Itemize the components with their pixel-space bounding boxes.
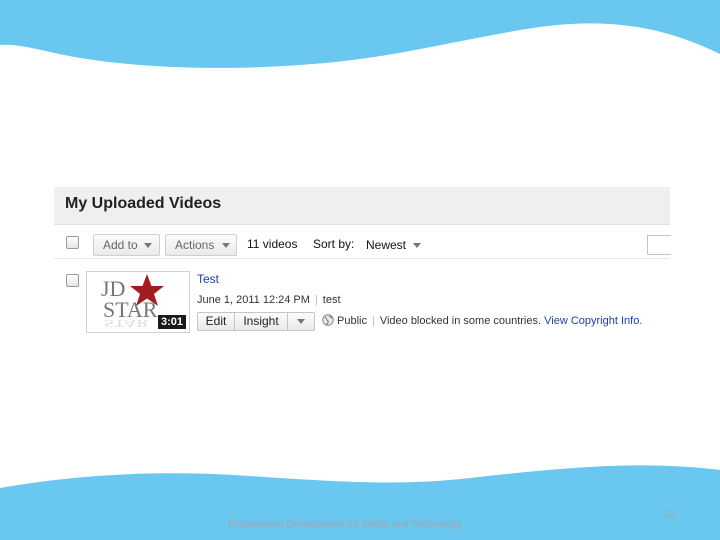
video-description: test bbox=[322, 294, 341, 306]
insight-button[interactable]: Insight bbox=[235, 313, 288, 330]
video-duration: 3:01 bbox=[157, 315, 186, 329]
sort-value: Newest bbox=[366, 238, 407, 252]
video-checkbox[interactable] bbox=[66, 274, 79, 287]
video-count: 11 videos bbox=[247, 237, 298, 251]
sort-dropdown[interactable]: Newest bbox=[362, 233, 426, 253]
privacy-label: Public bbox=[337, 315, 367, 327]
add-to-label: Add to bbox=[103, 238, 138, 252]
top-wave-decoration bbox=[0, 0, 720, 68]
panel-title: My Uploaded Videos bbox=[65, 195, 222, 212]
uploaded-videos-panel: My Uploaded Videos Add to Actions 11 vid… bbox=[54, 187, 671, 352]
video-thumbnail[interactable]: JD STAR STAR 3:01 bbox=[86, 271, 190, 333]
slide-footer: Professional Development for Media and T… bbox=[228, 519, 462, 530]
edit-button[interactable]: Edit bbox=[198, 313, 235, 330]
actions-label: Actions bbox=[175, 238, 215, 252]
video-meta: June 1, 2011 12:24 PM | test bbox=[197, 294, 341, 306]
copyright-info-link[interactable]: View Copyright Info. bbox=[544, 315, 642, 327]
chevron-down-icon bbox=[222, 243, 230, 248]
svg-text:STAR: STAR bbox=[104, 317, 149, 329]
blocked-status: Video blocked in some countries. bbox=[379, 315, 542, 327]
videos-toolbar: Add to Actions 11 videos Sort by: Newest bbox=[54, 225, 671, 259]
video-action-buttons: Edit Insight bbox=[197, 312, 315, 331]
actions-button[interactable]: Actions bbox=[165, 234, 237, 256]
more-actions-button[interactable] bbox=[288, 313, 315, 330]
slide-page-number: 13 bbox=[664, 509, 676, 520]
chevron-down-icon bbox=[297, 319, 305, 324]
globe-icon bbox=[322, 314, 334, 326]
chevron-down-icon bbox=[413, 243, 421, 248]
search-input[interactable] bbox=[647, 235, 671, 255]
video-status: Public | Video blocked in some countries. … bbox=[322, 314, 642, 327]
sort-by-label: Sort by: bbox=[313, 237, 355, 251]
video-title-link[interactable]: Test bbox=[197, 272, 219, 286]
select-all-checkbox[interactable] bbox=[66, 236, 79, 249]
video-date: June 1, 2011 12:24 PM bbox=[197, 294, 310, 306]
video-row: JD STAR STAR 3:01 Test June 1, 2011 12:2… bbox=[54, 259, 670, 352]
panel-header: My Uploaded Videos bbox=[54, 187, 670, 225]
add-to-button[interactable]: Add to bbox=[93, 234, 160, 256]
chevron-down-icon bbox=[144, 243, 152, 248]
